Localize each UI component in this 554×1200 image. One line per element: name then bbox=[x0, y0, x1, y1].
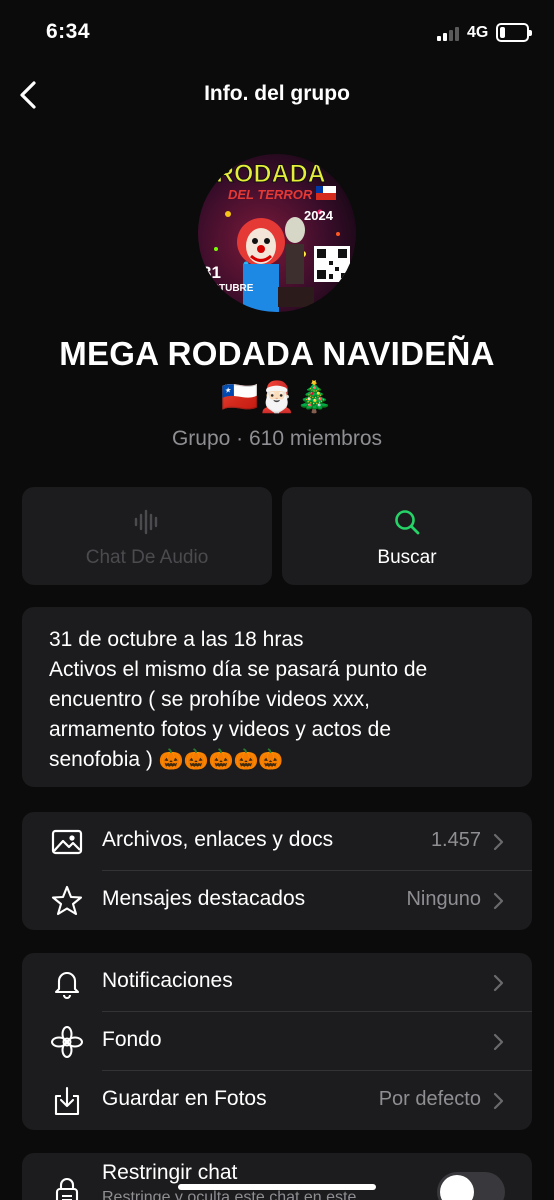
save-to-photos-label: Guardar en Fotos bbox=[102, 1087, 267, 1110]
status-time: 6:34 bbox=[46, 20, 91, 43]
restrict-chat-row[interactable]: Restringir chat Restringe y oculta este … bbox=[22, 1153, 532, 1200]
poster-month: OCTUBRE bbox=[204, 283, 254, 294]
poster-image: RODADA DEL TERROR 2024 31 OCTUBRE bbox=[198, 154, 356, 312]
audio-chat-label: Chat De Audio bbox=[85, 547, 209, 568]
files-count: 1.457 bbox=[430, 829, 481, 851]
chevron-right-icon bbox=[493, 833, 504, 851]
pumpkin-emojis: 🎃🎃🎃🎃🎃 bbox=[158, 749, 284, 771]
bell-icon bbox=[54, 972, 80, 999]
audio-chat-button[interactable]: Chat De Audio bbox=[22, 487, 272, 585]
group-emojis: 🇨🇱🎅🏻🎄 bbox=[220, 381, 334, 414]
description-line: 31 de octubre a las 18 hras bbox=[49, 628, 304, 651]
poster-year: 2024 bbox=[304, 208, 334, 223]
search-icon bbox=[395, 510, 420, 535]
waveform-icon bbox=[134, 509, 158, 535]
poster-subtitle: DEL TERROR bbox=[228, 187, 313, 202]
restrict-chat-label: Restringir chat bbox=[102, 1161, 238, 1184]
status-bar: 6:34 4G bbox=[0, 0, 554, 66]
restrict-chat-toggle[interactable] bbox=[437, 1172, 505, 1200]
group-member-count: Grupo · 610 miembros bbox=[171, 427, 383, 450]
description-line: encuentro ( se prohíbe videos xxx, bbox=[49, 688, 371, 711]
chevron-right-icon bbox=[493, 1092, 504, 1110]
signal-icon bbox=[437, 27, 463, 41]
starred-messages-value: Ninguno bbox=[406, 888, 481, 910]
starred-messages-row[interactable]: Mensajes destacados Ninguno bbox=[22, 871, 532, 930]
notifications-row[interactable]: Notificaciones bbox=[22, 953, 532, 1012]
description-line: senofobia ) 🎃🎃🎃🎃🎃 bbox=[49, 745, 512, 775]
restrict-chat-description: Restringe y oculta este chat en este bbox=[102, 1189, 357, 1200]
description-line: armamento fotos y videos y actos de bbox=[49, 718, 391, 741]
group-avatar[interactable]: RODADA DEL TERROR 2024 31 OCTUBRE bbox=[198, 154, 356, 312]
battery-icon bbox=[496, 23, 532, 42]
home-indicator[interactable] bbox=[178, 1184, 376, 1190]
description-line: Activos el mismo día se pasará punto de bbox=[49, 658, 428, 681]
flower-icon bbox=[51, 1026, 83, 1058]
description-text: senofobia ) bbox=[49, 748, 159, 771]
wallpaper-label: Fondo bbox=[102, 1028, 162, 1051]
files-links-docs-label: Archivos, enlaces y docs bbox=[102, 828, 334, 851]
files-links-docs-row[interactable]: Archivos, enlaces y docs 1.457 bbox=[22, 812, 532, 871]
poster-day: 31 bbox=[202, 263, 221, 282]
chevron-right-icon bbox=[493, 892, 504, 910]
photo-icon bbox=[51, 829, 83, 855]
poster-title: RODADA bbox=[216, 160, 326, 188]
lock-icon bbox=[55, 1177, 79, 1200]
chevron-right-icon bbox=[493, 1033, 504, 1051]
page-title: Info. del grupo bbox=[204, 82, 350, 105]
starred-messages-label: Mensajes destacados bbox=[102, 887, 306, 910]
group-description[interactable]: 31 de octubre a las 18 hras Activos el m… bbox=[22, 607, 532, 787]
settings-section: Notificaciones Fondo Guardar en Fotos Po… bbox=[22, 953, 532, 1130]
toggle-knob bbox=[440, 1175, 474, 1200]
search-label: Buscar bbox=[377, 547, 437, 568]
notifications-label: Notificaciones bbox=[102, 969, 233, 992]
chevron-right-icon bbox=[493, 974, 504, 992]
search-button[interactable]: Buscar bbox=[282, 487, 532, 585]
network-label: 4G bbox=[467, 24, 489, 41]
group-name: MEGA RODADA NAVIDEÑA bbox=[59, 335, 495, 372]
wallpaper-row[interactable]: Fondo bbox=[22, 1012, 532, 1071]
save-to-photos-row[interactable]: Guardar en Fotos Por defecto bbox=[22, 1071, 532, 1130]
media-section: Archivos, enlaces y docs 1.457 Mensajes … bbox=[22, 812, 532, 930]
save-to-photos-value: Por defecto bbox=[378, 1088, 481, 1110]
download-icon bbox=[54, 1086, 80, 1116]
star-icon bbox=[51, 885, 83, 916]
